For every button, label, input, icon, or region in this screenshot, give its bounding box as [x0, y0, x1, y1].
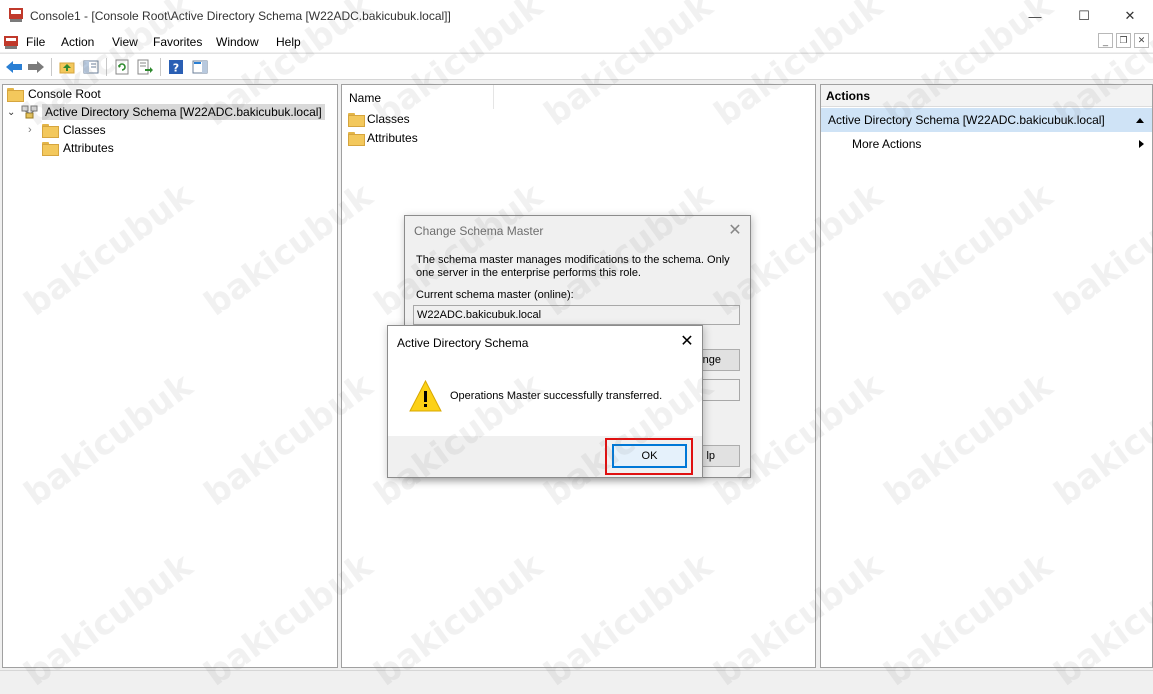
window-title: Console1 - [Console Root\Active Director… [30, 9, 451, 23]
folder-icon [348, 132, 365, 146]
close-button[interactable]: ✕ [1107, 0, 1153, 32]
menu-file[interactable]: File [26, 35, 45, 49]
tree-item-label: Console Root [28, 87, 101, 101]
menu-window[interactable]: Window [216, 35, 259, 49]
tree-item-label: Classes [63, 123, 106, 137]
message-dialog: Active Directory Schema ✕ Operations Mas… [387, 325, 703, 478]
close-icon[interactable]: ✕ [725, 220, 745, 240]
column-header-name[interactable]: Name [342, 85, 494, 109]
child-restore-button[interactable]: ❐ [1116, 33, 1131, 48]
list-item-label: Classes [367, 112, 410, 126]
tree-item-schema-snapin[interactable]: ⌄ Active Directory Schema [W22ADC.bakicu… [7, 103, 325, 121]
help-icon[interactable]: ? [166, 57, 186, 77]
menu-favorites[interactable]: Favorites [153, 35, 202, 49]
tree-item-label: Attributes [63, 141, 114, 155]
menu-bar: File Action View Favorites Window Help [0, 32, 1153, 52]
chevron-down-icon[interactable]: ⌄ [7, 107, 21, 118]
console-tree-pane[interactable]: Console Root ⌄ Active Directory Schema [… [2, 84, 338, 668]
tree-item-console-root[interactable]: Console Root [7, 85, 101, 103]
tree-item-classes[interactable]: › Classes [28, 121, 106, 139]
menu-help[interactable]: Help [276, 35, 301, 49]
toolbar-separator [51, 58, 52, 76]
tree-item-label: Active Directory Schema [W22ADC.bakicubu… [42, 104, 325, 120]
title-bar: Console1 - [Console Root\Active Director… [0, 0, 1153, 32]
schema-snapin-icon [21, 105, 38, 119]
warning-icon [409, 379, 442, 412]
close-icon[interactable]: ✕ [677, 331, 697, 351]
status-bar [0, 670, 1153, 692]
actions-title: Actions [821, 85, 1152, 107]
current-master-label: Current schema master (online): [416, 289, 574, 301]
dialog-title: Active Directory Schema [397, 336, 529, 350]
menu-view[interactable]: View [112, 35, 138, 49]
ok-button[interactable]: OK [612, 444, 687, 468]
mmc-document-icon[interactable] [3, 34, 19, 50]
child-minimize-button[interactable]: _ [1098, 33, 1113, 48]
tree-item-attributes[interactable]: Attributes [42, 139, 114, 157]
list-item-attributes[interactable]: Attributes [348, 129, 418, 147]
mmc-app-icon [9, 8, 23, 22]
toolbar: ? [0, 53, 1153, 80]
maximize-button[interactable]: ☐ [1061, 0, 1107, 32]
actions-section-header[interactable]: Active Directory Schema [W22ADC.bakicubu… [821, 108, 1152, 132]
show-hide-action-pane-icon[interactable] [190, 57, 210, 77]
up-folder-icon[interactable] [57, 57, 77, 77]
folder-icon [42, 124, 59, 138]
forward-icon[interactable] [26, 57, 46, 77]
action-more-actions[interactable]: More Actions [852, 137, 921, 151]
folder-icon [7, 88, 24, 102]
dialog-title: Change Schema Master [414, 224, 544, 238]
chevron-right-icon[interactable]: › [28, 124, 42, 136]
back-icon[interactable] [4, 57, 24, 77]
toolbar-separator [106, 58, 107, 76]
list-item-classes[interactable]: Classes [348, 110, 410, 128]
show-hide-tree-icon[interactable] [81, 57, 101, 77]
actions-pane: Actions Active Directory Schema [W22ADC.… [820, 84, 1153, 668]
export-list-icon[interactable] [135, 57, 155, 77]
menu-action[interactable]: Action [61, 35, 94, 49]
dialog-description: The schema master manages modifications … [416, 254, 730, 279]
submenu-arrow-icon [1139, 140, 1144, 148]
list-item-label: Attributes [367, 131, 418, 145]
svg-text:?: ? [173, 62, 179, 75]
collapse-up-icon[interactable] [1135, 116, 1145, 124]
actions-section-label: Active Directory Schema [W22ADC.bakicubu… [828, 113, 1105, 127]
current-master-field: W22ADC.bakicubuk.local [413, 305, 740, 325]
folder-icon [348, 113, 365, 127]
refresh-icon[interactable] [112, 57, 132, 77]
minimize-button[interactable]: — [1012, 0, 1058, 32]
toolbar-separator [160, 58, 161, 76]
message-text: Operations Master successfully transferr… [450, 390, 663, 402]
child-close-button[interactable]: ✕ [1134, 33, 1149, 48]
folder-icon [42, 142, 59, 156]
